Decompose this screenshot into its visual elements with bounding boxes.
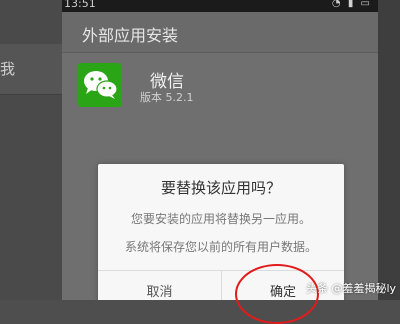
- wechat-icon: [78, 63, 122, 107]
- installer-screen: 13:51 ◔ ▮ ▭ 外部应用安装 微信 版本 5.2.1 要替换该应用吗？ …: [62, 0, 378, 300]
- battery-icon: ▭: [360, 0, 372, 9]
- cancel-button[interactable]: 取消: [98, 271, 221, 300]
- wifi-icon: ◔: [331, 0, 343, 9]
- dialog-message-data: 系统将保存您以前的所有用户数据。: [124, 240, 317, 254]
- signal-icon: ▮: [347, 0, 356, 9]
- status-time: 13:51: [64, 0, 96, 10]
- background-right-panel: [378, 0, 400, 300]
- status-icons: ◔ ▮ ▭: [332, 0, 372, 9]
- status-bar: 13:51 ◔ ▮ ▭: [62, 0, 378, 12]
- dialog-title: 要替换该应用吗？: [160, 179, 281, 197]
- dialog-message-replace: 您要安装的应用将替换另一应用。: [130, 212, 311, 226]
- page-title: 外部应用安装: [82, 26, 179, 45]
- app-version: 版本 5.2.1: [140, 91, 194, 104]
- installer-title-bar: 外部应用安装: [62, 12, 378, 53]
- background-left-text: 我: [0, 60, 16, 78]
- app-info-row: 微信 版本 5.2.1: [62, 53, 378, 113]
- watermark: 头条 @羞羞揭秘ly: [306, 282, 397, 295]
